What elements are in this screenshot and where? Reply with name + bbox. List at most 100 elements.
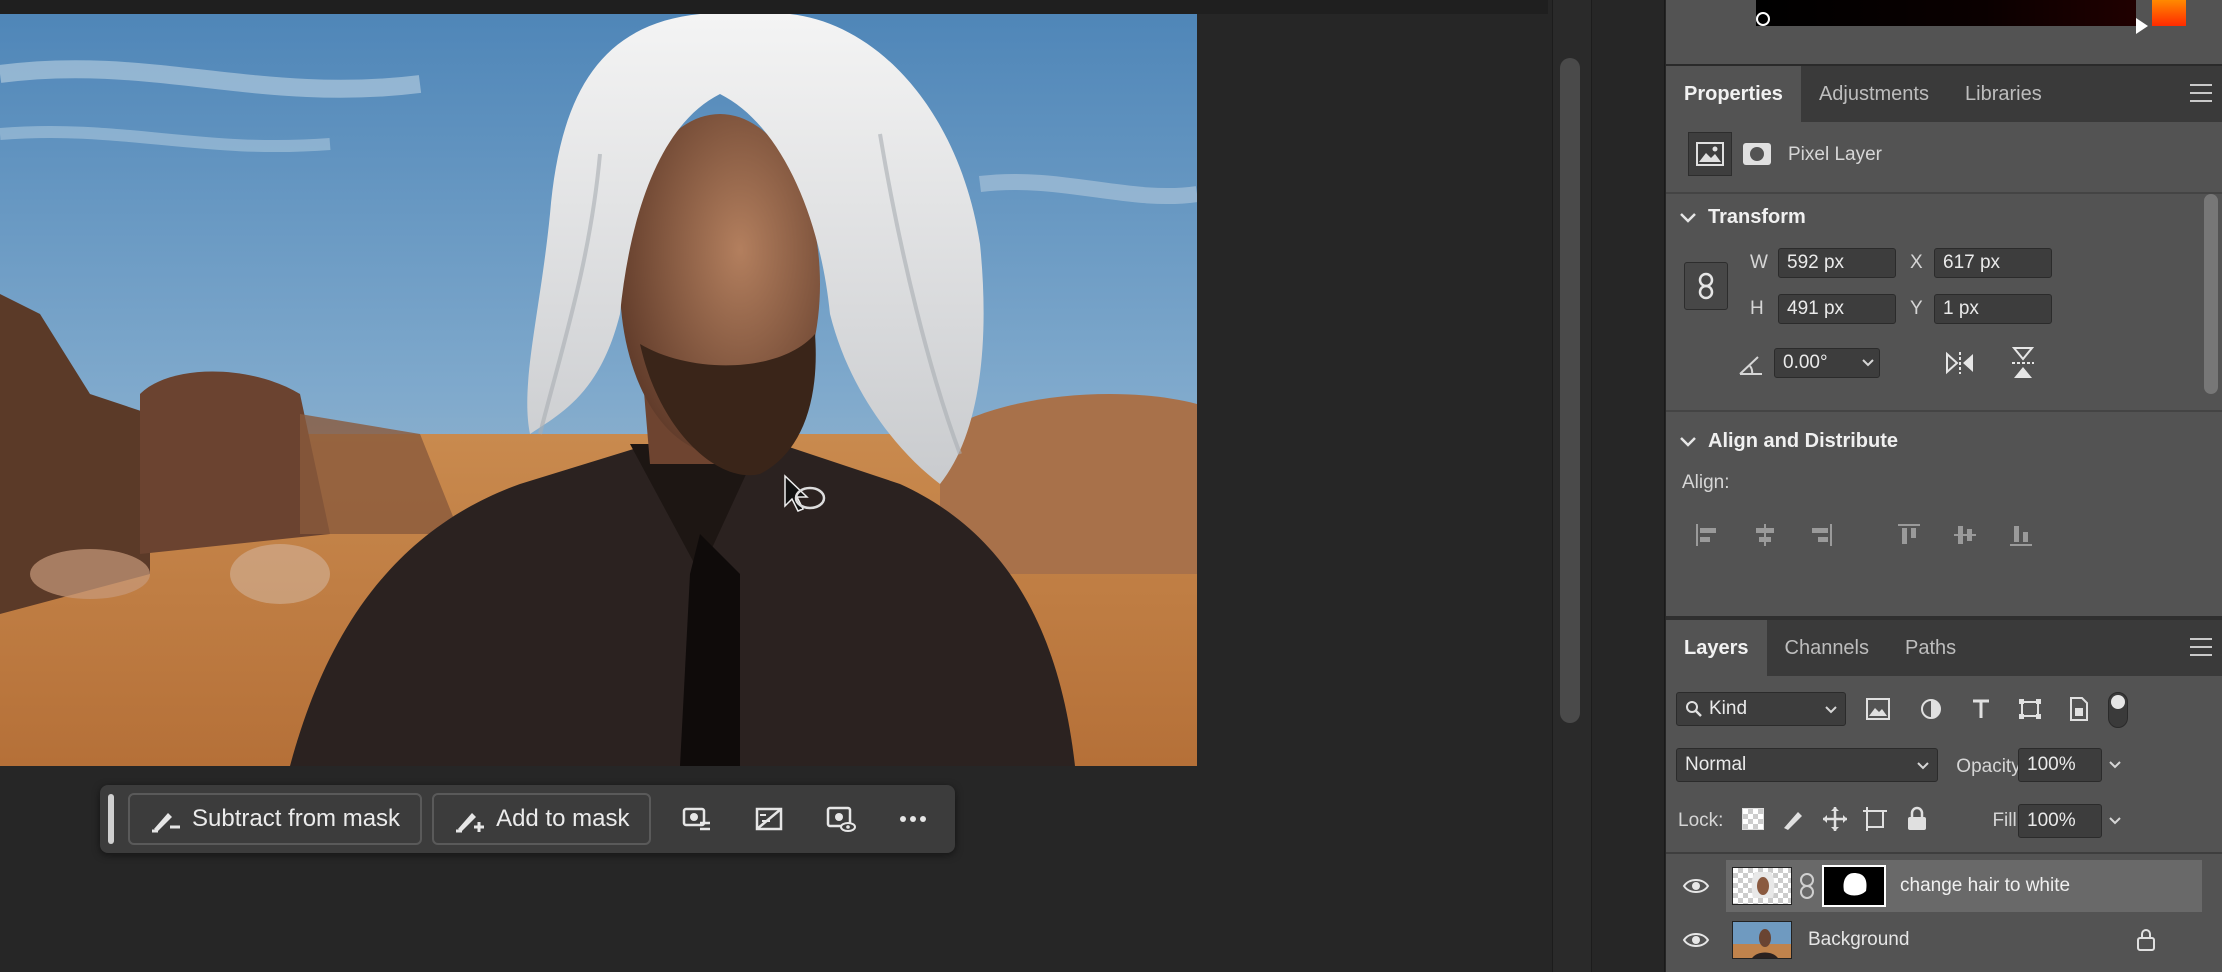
lock-transparent-pixels-icon[interactable] bbox=[1742, 808, 1764, 830]
background-thumbnail bbox=[1732, 921, 1792, 959]
view-mask-button[interactable] bbox=[805, 793, 877, 845]
toggle-knob bbox=[2111, 695, 2125, 709]
color-gradient-field[interactable] bbox=[1756, 0, 2136, 26]
layer-visibility-toggle[interactable] bbox=[1666, 914, 1726, 966]
layer-mask-thumbnail[interactable] bbox=[1822, 865, 1886, 907]
align-label: Align: bbox=[1682, 472, 1730, 493]
brush-plus-icon bbox=[456, 813, 485, 833]
lock-image-pixels-icon[interactable] bbox=[1780, 806, 1806, 832]
lock-artboard-icon[interactable] bbox=[1862, 806, 1888, 832]
layer-thumbnail bbox=[1732, 867, 1792, 905]
photo-image[interactable] bbox=[0, 14, 1197, 766]
taskbar-drag-handle[interactable] bbox=[108, 794, 114, 844]
layer-filter-kind-select[interactable]: Kind bbox=[1676, 692, 1846, 726]
add-to-mask-button[interactable]: Add to mask bbox=[432, 793, 652, 845]
mask-settings-button[interactable] bbox=[661, 793, 733, 845]
chevron-down-icon bbox=[1680, 212, 1696, 223]
tab-paths[interactable]: Paths bbox=[1887, 620, 1974, 676]
chevron-down-icon bbox=[1825, 706, 1837, 714]
layer-row-change-hair[interactable]: change hair to white bbox=[1666, 860, 2222, 912]
color-panel bbox=[1666, 0, 2222, 66]
view-mask-icon bbox=[827, 806, 857, 832]
align-left-edges-icon[interactable] bbox=[1694, 522, 1720, 548]
mask-link-icon[interactable] bbox=[1798, 872, 1816, 900]
smart-object-filter-icon[interactable] bbox=[2068, 696, 2090, 722]
flip-vertical-icon[interactable] bbox=[2010, 346, 2036, 380]
link-dimensions-button[interactable] bbox=[1684, 262, 1728, 310]
invert-mask-button[interactable] bbox=[733, 793, 805, 845]
shape-filter-icon[interactable] bbox=[2018, 698, 2042, 720]
chevron-down-icon bbox=[1917, 762, 1929, 770]
hue-slider[interactable] bbox=[2152, 0, 2186, 26]
layers-panel-menu-icon[interactable] bbox=[2190, 638, 2212, 656]
layer-row-background[interactable]: Background bbox=[1666, 914, 2222, 966]
panel-dock-gap bbox=[1592, 0, 1665, 972]
align-vertical-centers-icon[interactable] bbox=[1952, 522, 1978, 548]
flip-horizontal-icon[interactable] bbox=[1944, 350, 1976, 376]
x-label: X bbox=[1910, 252, 1923, 273]
height-field[interactable]: 491 px bbox=[1778, 294, 1896, 324]
lock-position-icon[interactable] bbox=[1822, 806, 1848, 832]
align-top-edges-icon[interactable] bbox=[1896, 522, 1922, 548]
tab-channels[interactable]: Channels bbox=[1767, 620, 1888, 676]
layer-name[interactable]: change hair to white bbox=[1900, 875, 2070, 897]
hue-slider-marker[interactable] bbox=[2136, 18, 2148, 34]
angle-icon bbox=[1739, 356, 1762, 375]
properties-scrollbar[interactable] bbox=[2204, 194, 2218, 394]
lock-icon[interactable] bbox=[2136, 928, 2156, 952]
properties-panel-menu-icon[interactable] bbox=[2190, 84, 2212, 102]
blend-mode-select[interactable]: Normal bbox=[1676, 748, 1938, 782]
angle-dropdown-button[interactable] bbox=[1856, 348, 1880, 378]
canvas-scroll-thumb[interactable] bbox=[1560, 58, 1580, 723]
layer-name[interactable]: Background bbox=[1808, 929, 1909, 951]
type-filter-icon[interactable] bbox=[1970, 698, 1992, 720]
opacity-field[interactable]: 100% bbox=[2018, 748, 2102, 782]
transform-section-header[interactable]: Transform bbox=[1680, 206, 1806, 229]
brush-minus-icon bbox=[152, 813, 180, 833]
align-distribute-title: Align and Distribute bbox=[1708, 430, 1898, 452]
adjustment-filter-icon[interactable] bbox=[1920, 698, 1942, 720]
eye-icon bbox=[1682, 879, 1710, 893]
width-field[interactable]: 592 px bbox=[1778, 248, 1896, 278]
search-icon bbox=[1686, 701, 1702, 717]
align-right-edges-icon[interactable] bbox=[1808, 522, 1834, 548]
pixel-filter-icon[interactable] bbox=[1866, 698, 1890, 720]
tab-layers[interactable]: Layers bbox=[1666, 620, 1767, 676]
blend-mode-value: Normal bbox=[1685, 754, 1747, 775]
color-picker-ring[interactable] bbox=[1756, 12, 1770, 26]
align-horizontal-centers-icon[interactable] bbox=[1752, 522, 1778, 548]
tab-libraries[interactable]: Libraries bbox=[1947, 66, 2060, 122]
more-icon bbox=[900, 816, 927, 822]
filter-toggle-switch[interactable] bbox=[2108, 692, 2128, 728]
fill-dropdown-button[interactable] bbox=[2102, 804, 2128, 838]
invert-mask-icon bbox=[756, 807, 783, 831]
contextual-task-bar: Subtract from mask Add to mask bbox=[100, 785, 955, 853]
angle-value: 0.00° bbox=[1783, 352, 1828, 373]
link-icon bbox=[1698, 272, 1714, 300]
chevron-down-icon bbox=[1680, 436, 1696, 447]
layers-panel: Layers Channels Paths Kind Normal Opacit… bbox=[1666, 620, 2222, 972]
align-bottom-edges-icon[interactable] bbox=[2008, 522, 2034, 548]
fill-field[interactable]: 100% bbox=[2018, 804, 2102, 838]
properties-tab-bar: Properties Adjustments Libraries bbox=[1666, 66, 2222, 122]
divider bbox=[1666, 410, 2222, 412]
filter-kind-value: Kind bbox=[1709, 698, 1748, 719]
opacity-label: Opacity: bbox=[1956, 756, 2026, 777]
tab-properties[interactable]: Properties bbox=[1666, 66, 1801, 122]
x-position-field[interactable]: 617 px bbox=[1934, 248, 2052, 278]
align-distribute-section-header[interactable]: Align and Distribute bbox=[1680, 430, 1898, 453]
more-options-button[interactable] bbox=[877, 793, 949, 845]
canvas-top-edge bbox=[0, 0, 1548, 14]
opacity-dropdown-button[interactable] bbox=[2102, 748, 2128, 782]
right-panel-dock: Properties Adjustments Libraries Pixel L… bbox=[1666, 0, 2222, 972]
layer-row-selected-bg[interactable]: change hair to white bbox=[1726, 860, 2202, 912]
subtract-from-mask-button[interactable]: Subtract from mask bbox=[128, 793, 423, 845]
layer-mask-icon-button[interactable] bbox=[1740, 138, 1774, 170]
document-canvas[interactable]: Subtract from mask Add to mask bbox=[0, 0, 1548, 972]
tab-adjustments[interactable]: Adjustments bbox=[1801, 66, 1947, 122]
lock-all-icon[interactable] bbox=[1906, 806, 1928, 832]
y-position-field[interactable]: 1 px bbox=[1934, 294, 2052, 324]
pixel-layer-icon-button[interactable] bbox=[1688, 132, 1732, 176]
chevron-down-icon bbox=[2109, 761, 2121, 769]
layer-visibility-toggle[interactable] bbox=[1666, 860, 1726, 912]
